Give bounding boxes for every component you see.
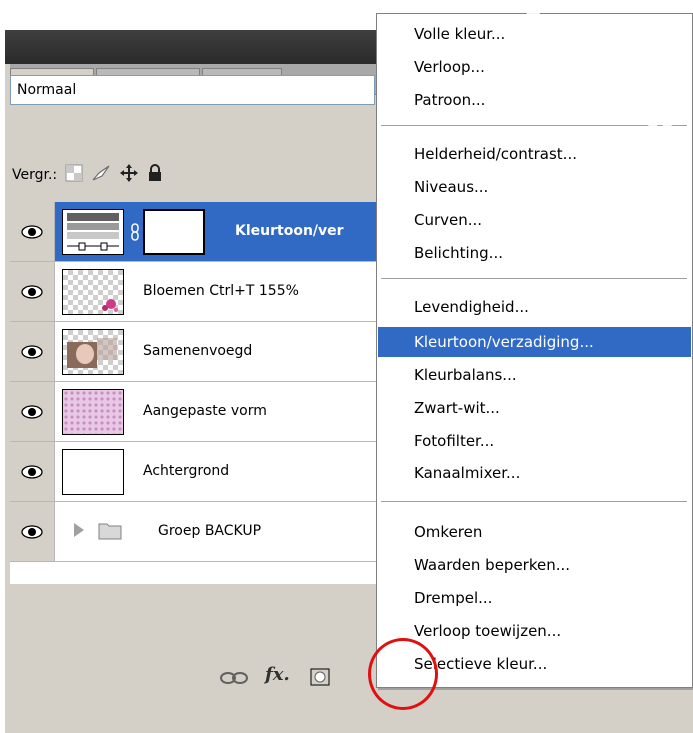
- lock-row: Vergr.:: [12, 160, 163, 190]
- layer-name: Bloemen Ctrl+T 155%: [143, 283, 299, 299]
- visibility-eye-icon[interactable]: [10, 202, 55, 261]
- link-icon[interactable]: [220, 670, 248, 690]
- menu-separator: [381, 501, 687, 503]
- fx-icon[interactable]: fx.: [265, 664, 290, 685]
- visibility-eye-icon[interactable]: [10, 262, 55, 321]
- annotation-circle: [368, 638, 438, 710]
- menu-item-zwart-wit[interactable]: Zwart-wit...: [378, 393, 691, 423]
- layer-mask-thumbnail[interactable]: [143, 209, 205, 255]
- layer-name: Samenenvoegd: [143, 343, 253, 359]
- layer-row-groep-backup[interactable]: Groep BACKUP: [10, 502, 380, 562]
- visibility-eye-icon[interactable]: [10, 382, 55, 441]
- layer-name: Kleurtoon/ver: [235, 223, 344, 239]
- layer-name: Achtergrond: [143, 463, 230, 479]
- menu-item-kleurtoon-verzadiging[interactable]: Kleurtoon/verzadiging...: [378, 327, 691, 357]
- lock-all-icon[interactable]: [147, 164, 163, 186]
- chain-link-icon[interactable]: [130, 223, 140, 245]
- layer-thumbnail: [62, 269, 124, 315]
- menu-separator: [381, 278, 687, 280]
- layer-thumbnail: [62, 329, 124, 375]
- visibility-eye-icon[interactable]: [10, 502, 55, 561]
- layer-thumbnail: [62, 389, 124, 435]
- layer-row-samenenvoegd[interactable]: Samenenvoegd: [10, 322, 380, 382]
- menu-item-kanaalmixer[interactable]: Kanaalmixer...: [378, 458, 691, 488]
- menu-item-belichting[interactable]: Belichting...: [378, 238, 691, 268]
- layers-list: Kleurtoon/ver Bloemen Ctrl+T 155% Samene…: [10, 202, 380, 584]
- lock-label: Vergr.:: [12, 167, 58, 183]
- menu-item-levendigheid[interactable]: Levendigheid...: [378, 292, 691, 322]
- layer-name: Aangepaste vorm: [143, 403, 267, 419]
- layer-name: Groep BACKUP: [158, 523, 262, 539]
- menu-item-fotofilter[interactable]: Fotofilter...: [378, 426, 691, 456]
- menu-item-omkeren[interactable]: Omkeren: [378, 517, 691, 547]
- mask-icon[interactable]: [310, 668, 330, 688]
- watermark-graphic: [526, 6, 684, 182]
- layer-row-achtergrond[interactable]: Achtergrond: [10, 442, 380, 502]
- blend-mode-select[interactable]: Normaal: [10, 75, 375, 105]
- layer-row-kleurtoon[interactable]: Kleurtoon/ver: [10, 202, 380, 262]
- expand-triangle-icon[interactable]: [72, 522, 86, 542]
- menu-item-waarden-beperken[interactable]: Waarden beperken...: [378, 550, 691, 580]
- visibility-eye-icon[interactable]: [10, 442, 55, 501]
- layer-row-aangepaste-vorm[interactable]: Aangepaste vorm: [10, 382, 380, 442]
- folder-icon: [98, 520, 122, 544]
- lock-move-icon[interactable]: [119, 163, 139, 187]
- lock-brush-icon[interactable]: [91, 164, 111, 186]
- visibility-eye-icon[interactable]: [10, 322, 55, 381]
- menu-item-drempel[interactable]: Drempel...: [378, 583, 691, 613]
- lock-transparency-icon[interactable]: [65, 164, 83, 186]
- adjustment-thumbnail-icon: [62, 209, 124, 255]
- menu-item-verloop-toewijzen[interactable]: Verloop toewijzen...: [378, 616, 691, 646]
- layer-row-bloemen[interactable]: Bloemen Ctrl+T 155%: [10, 262, 380, 322]
- menu-item-curven[interactable]: Curven...: [378, 205, 691, 235]
- menu-item-kleurbalans[interactable]: Kleurbalans...: [378, 360, 691, 390]
- layer-thumbnail: [62, 449, 124, 495]
